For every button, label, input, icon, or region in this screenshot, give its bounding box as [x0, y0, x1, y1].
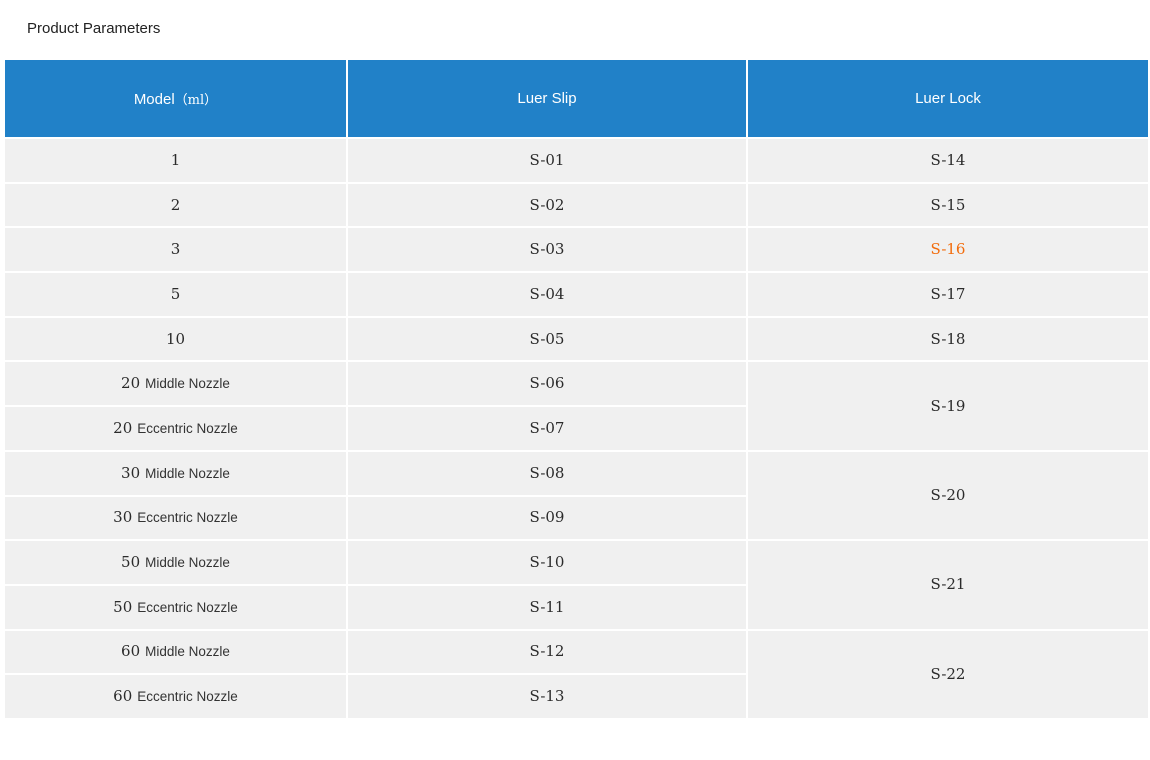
table-row: 10 S-05 S-18 — [4, 317, 1149, 362]
luer-lock-cell: S-15 — [747, 183, 1149, 228]
model-cell: 50 Middle Nozzle — [4, 540, 347, 585]
model-note: Middle Nozzle — [145, 466, 230, 481]
page-title: Product Parameters — [27, 21, 1150, 37]
model-note: Eccentric Nozzle — [137, 600, 238, 615]
model-value: 50 — [113, 598, 132, 616]
luer-slip-value: S-02 — [530, 196, 565, 214]
model-value: 60 — [113, 687, 132, 705]
table-row: 3 S-03 S-16 — [4, 227, 1149, 272]
luer-lock-value: S-21 — [931, 575, 966, 593]
luer-lock-cell-merged: S-19 — [747, 361, 1149, 450]
luer-lock-cell-merged: S-22 — [747, 630, 1149, 719]
luer-lock-cell-merged: S-21 — [747, 540, 1149, 629]
model-value: 1 — [171, 151, 181, 169]
luer-slip-cell: S-06 — [347, 361, 747, 406]
luer-slip-cell: S-05 — [347, 317, 747, 362]
column-header-model-label: Model — [134, 91, 175, 108]
luer-slip-cell: S-12 — [347, 630, 747, 675]
luer-lock-value: S-20 — [931, 486, 966, 504]
column-header-luer-lock: Luer Lock — [747, 59, 1149, 138]
luer-slip-cell: S-09 — [347, 496, 747, 541]
table-row: 30Middle Nozzle S-08 S-20 — [4, 451, 1149, 496]
luer-slip-value: S-09 — [530, 508, 565, 526]
luer-slip-value: S-04 — [530, 285, 565, 303]
luer-slip-value: S-11 — [530, 598, 565, 616]
table-row: 1 S-01 S-14 — [4, 138, 1149, 183]
luer-slip-cell: S-10 — [347, 540, 747, 585]
model-note: Middle Nozzle — [145, 644, 230, 659]
luer-slip-cell: S-01 — [347, 138, 747, 183]
luer-slip-value: S-05 — [530, 330, 565, 348]
table-row: 2 S-02 S-15 — [4, 183, 1149, 228]
model-value: 20 — [121, 374, 140, 392]
column-header-model-unit: （ml） — [175, 93, 218, 108]
model-value: 3 — [171, 240, 181, 258]
luer-lock-cell-merged: S-20 — [747, 451, 1149, 540]
model-cell: 20 Eccentric Nozzle — [4, 406, 347, 451]
luer-slip-cell: S-08 — [347, 451, 747, 496]
model-note: Eccentric Nozzle — [137, 689, 238, 704]
model-value: 30 — [113, 508, 132, 526]
luer-lock-value: S-19 — [931, 397, 966, 415]
table-row: 60Middle Nozzle S-12 S-22 — [4, 630, 1149, 675]
luer-slip-value: S-03 — [530, 240, 565, 258]
model-cell: 60 Eccentric Nozzle — [4, 674, 347, 719]
model-value: 30 — [121, 464, 140, 482]
luer-lock-value: S-18 — [931, 330, 966, 348]
model-cell: 10 — [4, 317, 347, 362]
luer-lock-value: S-17 — [931, 285, 966, 303]
luer-slip-cell: S-04 — [347, 272, 747, 317]
model-cell: 50 Eccentric Nozzle — [4, 585, 347, 630]
column-header-model: Model（ml） — [4, 59, 347, 138]
luer-slip-cell: S-11 — [347, 585, 747, 630]
model-note: Eccentric Nozzle — [137, 510, 238, 525]
column-header-luer-slip: Luer Slip — [347, 59, 747, 138]
luer-slip-value: S-01 — [530, 151, 565, 169]
luer-lock-cell: S-14 — [747, 138, 1149, 183]
luer-lock-cell: S-17 — [747, 272, 1149, 317]
model-value: 50 — [121, 553, 140, 571]
table-row: 5 S-04 S-17 — [4, 272, 1149, 317]
model-note: Eccentric Nozzle — [137, 421, 238, 436]
model-cell: 30 Eccentric Nozzle — [4, 496, 347, 541]
model-cell: 5 — [4, 272, 347, 317]
luer-lock-value: S-22 — [931, 665, 966, 683]
luer-slip-cell: S-13 — [347, 674, 747, 719]
model-note: Middle Nozzle — [145, 376, 230, 391]
model-cell: 30 Middle Nozzle — [4, 451, 347, 496]
model-value: 60 — [121, 642, 140, 660]
luer-lock-cell-highlighted[interactable]: S-16 — [747, 227, 1149, 272]
luer-slip-value: S-12 — [530, 642, 565, 660]
model-value: 5 — [171, 285, 181, 303]
model-cell: 2 — [4, 183, 347, 228]
model-note: Middle Nozzle — [145, 555, 230, 570]
model-cell: 60 Middle Nozzle — [4, 630, 347, 675]
luer-slip-cell: S-07 — [347, 406, 747, 451]
model-cell: 1 — [4, 138, 347, 183]
header-row: Model（ml） Luer Slip Luer Lock — [4, 59, 1149, 138]
table-row: 20Middle Nozzle S-06 S-19 — [4, 361, 1149, 406]
luer-slip-cell: S-03 — [347, 227, 747, 272]
luer-slip-value: S-07 — [530, 419, 565, 437]
product-parameters-table: Model（ml） Luer Slip Luer Lock 1 S-01 S-1… — [3, 58, 1150, 720]
luer-slip-value: S-10 — [530, 553, 565, 571]
luer-lock-value: S-14 — [931, 151, 966, 169]
model-cell: 20 Middle Nozzle — [4, 361, 347, 406]
luer-lock-value-highlighted: S-16 — [931, 240, 966, 258]
model-value: 2 — [171, 196, 181, 214]
luer-slip-value: S-06 — [530, 374, 565, 392]
model-value: 20 — [113, 419, 132, 437]
table-row: 50Middle Nozzle S-10 S-21 — [4, 540, 1149, 585]
luer-slip-value: S-13 — [530, 687, 565, 705]
model-value: 10 — [166, 330, 185, 348]
luer-lock-value: S-15 — [931, 196, 966, 214]
luer-slip-cell: S-02 — [347, 183, 747, 228]
luer-lock-cell: S-18 — [747, 317, 1149, 362]
model-cell: 3 — [4, 227, 347, 272]
luer-slip-value: S-08 — [530, 464, 565, 482]
